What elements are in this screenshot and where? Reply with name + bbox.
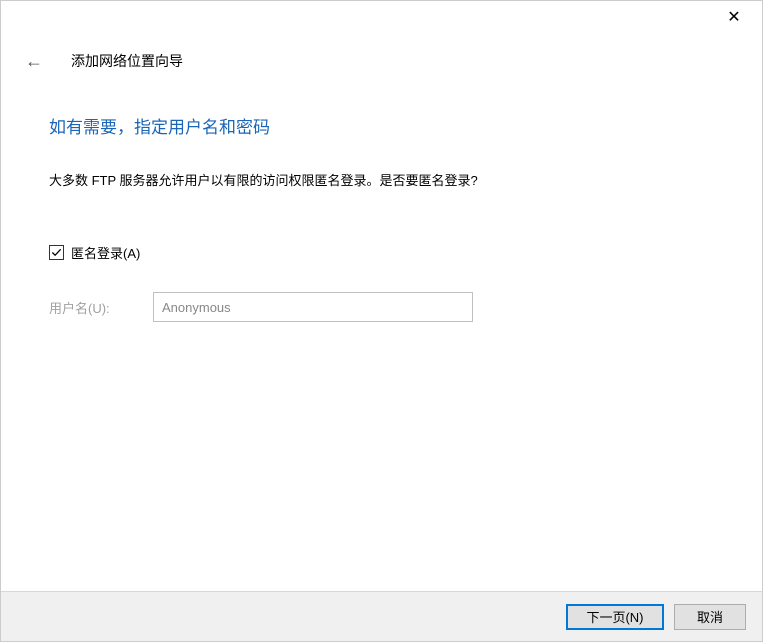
username-label: 用户名(U): bbox=[49, 298, 153, 317]
anonymous-checkbox-label: 匿名登录(A) bbox=[71, 243, 140, 262]
anonymous-checkbox-row[interactable]: 匿名登录(A) bbox=[49, 243, 714, 262]
page-description: 大多数 FTP 服务器允许用户以有限的访问权限匿名登录。是否要匿名登录? bbox=[49, 170, 714, 189]
anonymous-checkbox[interactable] bbox=[49, 245, 64, 260]
wizard-title: 添加网络位置向导 bbox=[71, 51, 183, 71]
page-heading: 如有需要，指定用户名和密码 bbox=[49, 113, 714, 138]
titlebar: ✕ bbox=[1, 1, 762, 37]
checkmark-icon bbox=[51, 247, 62, 258]
header-row: ← 添加网络位置向导 bbox=[1, 37, 762, 71]
footer: 下一页(N) 取消 bbox=[1, 591, 762, 641]
cancel-button[interactable]: 取消 bbox=[674, 604, 746, 630]
username-row: 用户名(U): bbox=[49, 292, 714, 322]
close-icon[interactable]: ✕ bbox=[720, 7, 748, 29]
back-arrow-icon[interactable]: ← bbox=[25, 52, 45, 70]
content-area: 如有需要，指定用户名和密码 大多数 FTP 服务器允许用户以有限的访问权限匿名登… bbox=[1, 71, 762, 322]
next-button[interactable]: 下一页(N) bbox=[566, 604, 664, 630]
username-input[interactable] bbox=[153, 292, 473, 322]
